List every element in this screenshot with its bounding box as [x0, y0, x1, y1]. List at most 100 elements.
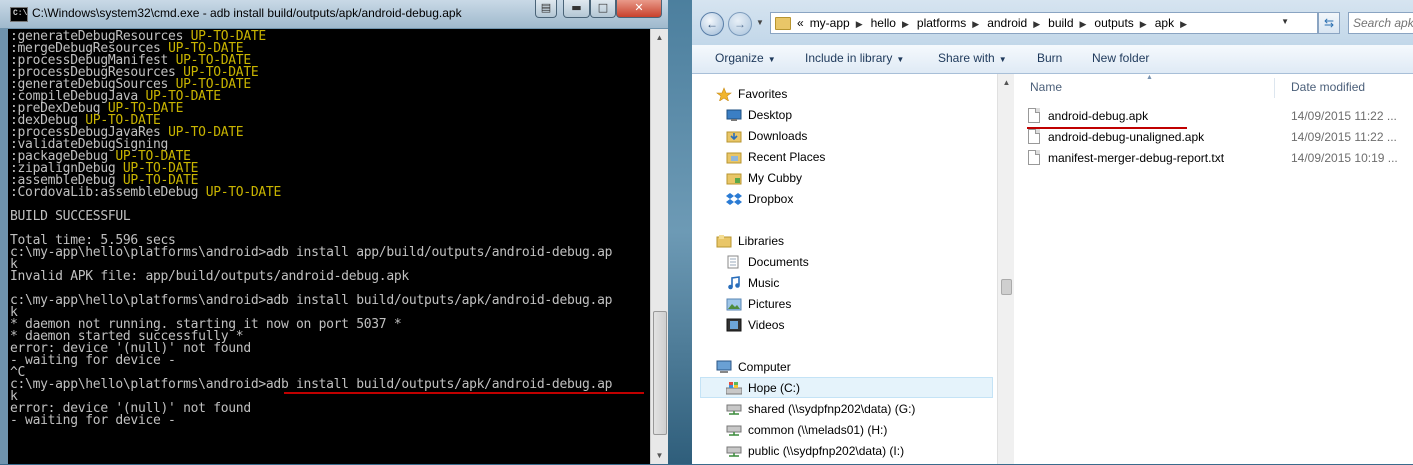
- system-menu-button[interactable]: ▤: [535, 0, 557, 18]
- nav-desktop-label: Desktop: [748, 108, 793, 122]
- breadcrumb-segment[interactable]: hello: [871, 16, 896, 30]
- cmd-titlebar[interactable]: C:\ C:\Windows\system32\cmd.exe - adb in…: [0, 0, 668, 28]
- column-header-date-label: Date modified: [1291, 80, 1366, 94]
- nav-recent-places[interactable]: Recent Places: [726, 147, 826, 168]
- nav-my-cubby-label: My Cubby: [748, 171, 803, 185]
- nav-libraries[interactable]: Libraries: [716, 231, 784, 252]
- minimize-button[interactable]: ▬: [563, 0, 590, 18]
- recent-pages-chevron-icon[interactable]: ▼: [756, 18, 764, 27]
- file-row[interactable]: android-debug-unaligned.apk 14/09/2015 1…: [1026, 127, 1413, 148]
- share-with-label: Share with: [938, 51, 995, 65]
- breadcrumb-segment[interactable]: apk: [1155, 16, 1174, 30]
- nav-drive-i[interactable]: public (\\sydpfnp202\data) (I:): [726, 441, 904, 462]
- nav-downloads[interactable]: Downloads: [726, 126, 808, 147]
- new-folder-button[interactable]: New folder: [1092, 51, 1149, 65]
- organize-button[interactable]: Organize ▼: [715, 51, 776, 65]
- include-in-library-button[interactable]: Include in library ▼: [805, 51, 904, 65]
- breadcrumb-segment[interactable]: outputs: [1094, 16, 1133, 30]
- network-drive-icon: [726, 423, 742, 437]
- nav-music-label: Music: [748, 276, 780, 290]
- nav-recent-places-label: Recent Places: [748, 150, 826, 164]
- breadcrumb-segment[interactable]: android: [987, 16, 1027, 30]
- breadcrumb-chevron-icon[interactable]: ▶: [1080, 19, 1087, 29]
- file-date: 14/09/2015 11:22 ...: [1291, 109, 1397, 123]
- console-scrollbar[interactable]: ▲ ▼: [650, 29, 668, 464]
- nav-documents[interactable]: Documents: [727, 252, 809, 273]
- breadcrumb-segment[interactable]: my-app: [810, 16, 850, 30]
- file-list[interactable]: Name ▲ Date modified android-debug.apk 1…: [1014, 74, 1413, 464]
- nav-dropbox[interactable]: Dropbox: [726, 189, 794, 210]
- breadcrumb-chevron-icon[interactable]: ▶: [972, 19, 979, 29]
- share-with-button[interactable]: Share with ▼: [938, 51, 1007, 65]
- file-name: android-debug-unaligned.apk: [1048, 130, 1205, 144]
- column-divider[interactable]: [1274, 78, 1275, 98]
- desktop-icon: [726, 108, 742, 122]
- navigation-pane-scrollbar[interactable]: ▲: [997, 74, 1015, 464]
- burn-button[interactable]: Burn: [1037, 51, 1062, 65]
- back-arrow-icon[interactable]: ←: [700, 12, 724, 36]
- explorer-navigation-bar: ← → ▼ « my-app ▶ hello ▶ platforms ▶ android ▶ bu…: [692, 0, 1413, 45]
- nav-my-cubby[interactable]: My Cubby: [726, 168, 803, 189]
- column-header-date-modified[interactable]: Date modified: [1291, 80, 1365, 94]
- nav-drive-g[interactable]: shared (\\sydpfnp202\data) (G:): [726, 399, 915, 420]
- console-text: :generateDebugResources UP-TO-DATE:merge…: [8, 29, 650, 427]
- scrollbar-thumb[interactable]: [653, 311, 667, 435]
- breadcrumb-chevron-icon[interactable]: ▶: [1140, 19, 1147, 29]
- chevron-down-icon: ▼: [767, 55, 776, 64]
- file-highlight-underline: [1027, 127, 1187, 129]
- breadcrumb-segment[interactable]: build: [1048, 16, 1073, 30]
- scroll-down-arrow-icon[interactable]: ▼: [651, 447, 668, 464]
- breadcrumb-chevron-icon[interactable]: ▶: [1180, 19, 1187, 29]
- file-date: 14/09/2015 10:19 ...: [1291, 151, 1398, 165]
- file-name: manifest-merger-debug-report.txt: [1048, 151, 1225, 165]
- nav-pictures[interactable]: Pictures: [726, 294, 791, 315]
- scroll-up-arrow-icon[interactable]: ▲: [651, 29, 668, 46]
- nav-downloads-label: Downloads: [748, 129, 808, 143]
- nav-documents-label: Documents: [748, 255, 809, 269]
- network-drive-icon: [726, 444, 742, 458]
- recent-places-icon: [726, 150, 742, 164]
- nav-music[interactable]: Music: [728, 273, 780, 294]
- console-status-text: UP-TO-DATE: [205, 185, 282, 200]
- nav-drive-h-label: common (\\melads01) (H:): [748, 423, 888, 437]
- breadcrumb-overflow[interactable]: «: [797, 16, 804, 30]
- nav-favorites-label: Favorites: [738, 87, 788, 101]
- selected-item-highlight: [700, 377, 993, 398]
- search-input[interactable]: [1353, 14, 1413, 32]
- nav-drive-c[interactable]: Hope (C:): [725, 378, 800, 399]
- forward-arrow-icon[interactable]: →: [728, 12, 752, 36]
- console-line: c:\my-app\hello\platforms\android>adb in…: [10, 378, 650, 391]
- breadcrumb-chevron-icon[interactable]: ▶: [1033, 19, 1040, 29]
- close-button[interactable]: ✕: [616, 0, 662, 18]
- console-output[interactable]: :generateDebugResources UP-TO-DATE:merge…: [8, 29, 650, 464]
- address-dropdown-chevron-icon[interactable]: ▼: [1281, 17, 1289, 26]
- scrollbar-thumb[interactable]: [1001, 279, 1012, 295]
- cmd-icon[interactable]: C:\: [10, 7, 28, 22]
- nav-drive-h[interactable]: common (\\melads01) (H:): [726, 420, 888, 441]
- refresh-icon[interactable]: ⇆: [1318, 12, 1340, 34]
- chevron-down-icon: ▼: [896, 55, 905, 64]
- console-line-text: - waiting for device -: [10, 413, 176, 428]
- file-row[interactable]: manifest-merger-debug-report.txt 14/09/2…: [1026, 148, 1413, 169]
- column-header-name[interactable]: Name: [1030, 80, 1062, 94]
- cmd-window: C:\ C:\Windows\system32\cmd.exe - adb in…: [0, 0, 668, 464]
- maximize-button[interactable]: □: [590, 0, 616, 18]
- breadcrumb[interactable]: « my-app ▶ hello ▶ platforms ▶ android ▶ build ▶ ou…: [797, 16, 1195, 30]
- nav-videos[interactable]: Videos: [726, 315, 784, 336]
- nav-favorites[interactable]: Favorites: [716, 84, 788, 105]
- scroll-up-arrow-icon[interactable]: ▲: [998, 74, 1015, 91]
- file-icon: [1028, 108, 1040, 123]
- breadcrumb-chevron-icon[interactable]: ▶: [902, 19, 909, 29]
- search-box[interactable]: [1348, 12, 1413, 34]
- address-bar[interactable]: « my-app ▶ hello ▶ platforms ▶ android ▶ build ▶ ou…: [770, 12, 1318, 34]
- breadcrumb-chevron-icon[interactable]: ▶: [856, 19, 863, 29]
- nav-desktop[interactable]: Desktop: [726, 105, 793, 126]
- breadcrumb-segment[interactable]: platforms: [917, 16, 966, 30]
- console-line-text: c:\my-app\hello\platforms\android>adb in…: [10, 245, 613, 260]
- file-row[interactable]: android-debug.apk 14/09/2015 11:22 ...: [1026, 106, 1413, 127]
- nav-computer-label: Computer: [738, 360, 791, 374]
- nav-dropbox-label: Dropbox: [748, 192, 794, 206]
- column-header-name-label: Name: [1030, 80, 1063, 94]
- nav-computer[interactable]: Computer: [716, 357, 791, 378]
- navigation-pane[interactable]: Favorites Desktop Downloads Recent Place…: [692, 74, 997, 464]
